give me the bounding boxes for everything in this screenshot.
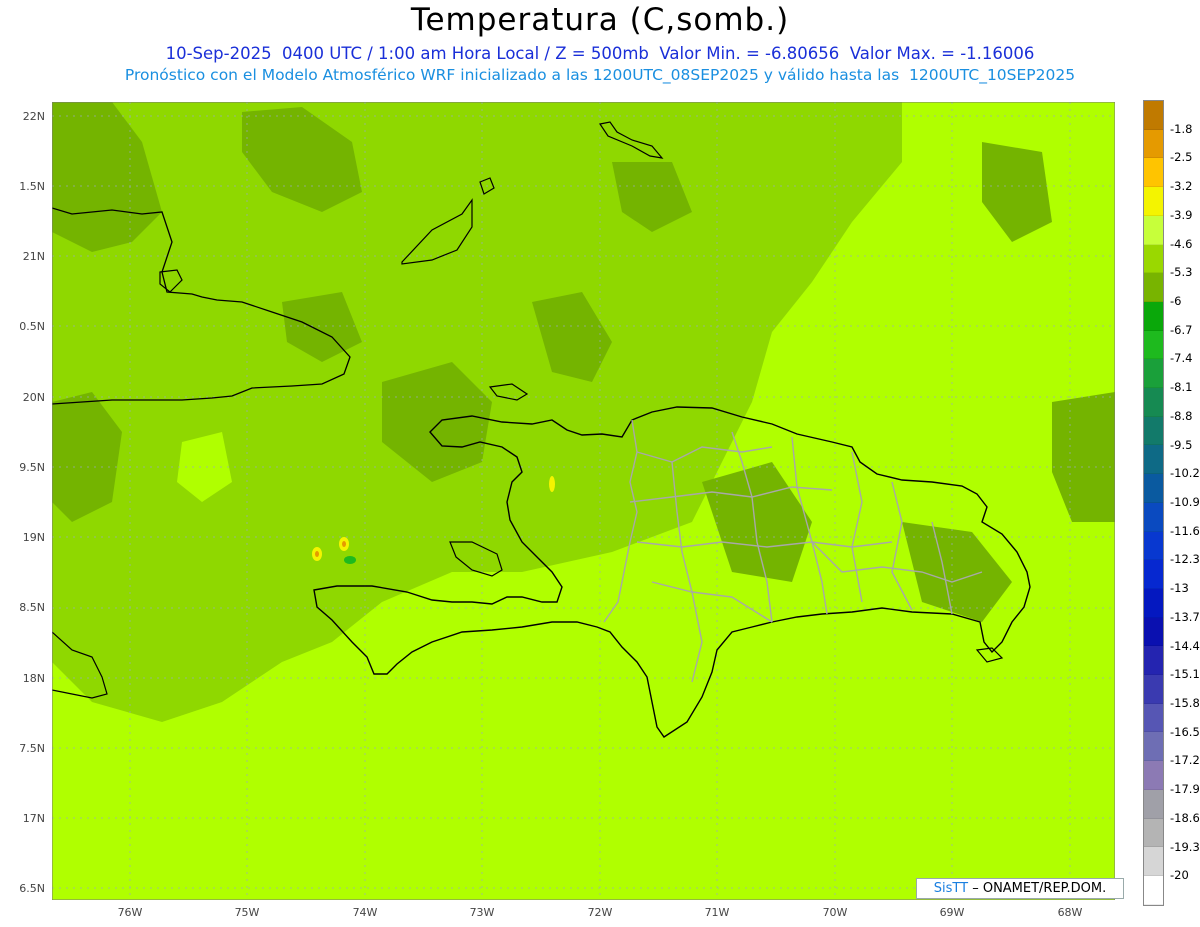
colorbar-swatch — [1144, 531, 1163, 561]
colorbar-label: -13 — [1170, 581, 1189, 596]
colorbar-swatch — [1144, 761, 1163, 790]
colorbar-swatch — [1144, 187, 1163, 216]
colorbar-label: -8.8 — [1170, 408, 1193, 423]
colorbar-swatch — [1144, 560, 1163, 589]
colorbar-label: -6 — [1170, 294, 1182, 308]
colorbar-swatch — [1144, 129, 1163, 159]
credit-box: SisTT – ONAMET/REP.DOM. — [916, 878, 1124, 899]
colorbar-label: -18.6 — [1170, 810, 1200, 825]
colorbar-label: -4.6 — [1170, 236, 1193, 251]
colorbar-label: -11.6 — [1170, 523, 1200, 538]
colorbar-swatch — [1144, 646, 1163, 676]
credit-text: – ONAMET/REP.DOM. — [972, 881, 1107, 896]
colorbar-swatch — [1144, 330, 1163, 360]
lat-label: 22N — [22, 110, 45, 123]
lat-label: 19N — [22, 531, 45, 544]
chart-title: Temperatura (C,somb.) — [410, 2, 790, 38]
colorbar-swatch — [1144, 617, 1163, 647]
lat-label: 17N — [22, 812, 45, 825]
lon-label: 76W — [117, 906, 143, 919]
colorbar-label: -10.9 — [1170, 495, 1200, 509]
lat-label: 9.5N — [19, 461, 45, 474]
colorbar-label: -3.2 — [1170, 179, 1193, 194]
lon-label: 71W — [704, 906, 730, 919]
colorbar-label: -8.1 — [1170, 380, 1193, 395]
colorbar-swatch — [1144, 158, 1163, 188]
lon-label: 68W — [1057, 906, 1083, 919]
colorbar-label: -1.8 — [1170, 121, 1193, 136]
colorbar-label: -14.4 — [1170, 638, 1200, 653]
colorbar-swatch — [1144, 416, 1163, 446]
lat-label: 1.5N — [19, 180, 45, 193]
lat-label: 21N — [22, 250, 45, 263]
colorbar-swatch — [1144, 875, 1163, 905]
colorbar-swatch — [1144, 445, 1163, 475]
colorbar-label: -5.3 — [1170, 265, 1193, 280]
colorbar-label: -17.2 — [1170, 753, 1200, 768]
lat-label: 0.5N — [19, 320, 45, 333]
lon-label: 73W — [469, 906, 495, 919]
lon-label: 74W — [352, 906, 378, 919]
colorbar-label: -9.5 — [1170, 437, 1193, 452]
colorbar-swatch — [1144, 818, 1163, 848]
colorbar-swatch — [1144, 244, 1163, 274]
colorbar-label: -16.5 — [1170, 724, 1200, 739]
colorbar-swatch — [1144, 388, 1163, 417]
colorbar-swatch — [1144, 502, 1163, 532]
colorbar-swatch — [1144, 359, 1163, 389]
colorbar-swatch — [1144, 675, 1163, 704]
credit-brand: SisTT — [933, 881, 969, 896]
colorbar-swatch — [1144, 588, 1163, 618]
colorbar-swatch — [1144, 847, 1163, 876]
colorbar-label: -7.4 — [1170, 351, 1193, 366]
colorbar-label: -3.9 — [1170, 207, 1193, 222]
map-panel — [52, 102, 1115, 900]
lat-label: 20N — [22, 391, 45, 404]
colorbar-swatch — [1144, 474, 1163, 503]
colorbar-label: -15.8 — [1170, 696, 1200, 710]
subtitle-model-info: Pronóstico con el Modelo Atmosférico WRF… — [124, 66, 1076, 84]
colorbar-label: -20 — [1170, 868, 1189, 883]
colorbar-label: -10.2 — [1170, 466, 1200, 481]
lat-label: 7.5N — [19, 742, 45, 755]
colorbar-label: -12.3 — [1170, 552, 1200, 567]
lon-label: 75W — [234, 906, 260, 919]
colorbar-label: -6.7 — [1170, 322, 1193, 337]
colorbar-swatch — [1144, 703, 1163, 733]
subtitle-valid-time: 10-Sep-2025 0400 UTC / 1:00 am Hora Loca… — [165, 44, 1035, 63]
colorbar-label: -2.5 — [1170, 150, 1193, 165]
lon-label: 70W — [822, 906, 848, 919]
colorbar-swatch — [1144, 101, 1163, 130]
colorbar-label: -13.7 — [1170, 609, 1200, 624]
colorbar-swatch — [1144, 215, 1163, 245]
colorbar-swatch — [1144, 732, 1163, 762]
lon-label: 69W — [939, 906, 965, 919]
lat-label: 6.5N — [19, 882, 45, 895]
colorbar-swatch — [1144, 301, 1163, 331]
colorbar — [1143, 100, 1164, 906]
colorbar-label: -19.3 — [1170, 839, 1200, 854]
colorbar-swatch — [1144, 273, 1163, 302]
colorbar-swatch — [1144, 789, 1163, 819]
lon-label: 72W — [587, 906, 613, 919]
colorbar-label: -17.9 — [1170, 782, 1200, 797]
lat-label: 8.5N — [19, 601, 45, 614]
colorbar-label: -15.1 — [1170, 667, 1200, 682]
lat-label: 18N — [22, 672, 45, 685]
